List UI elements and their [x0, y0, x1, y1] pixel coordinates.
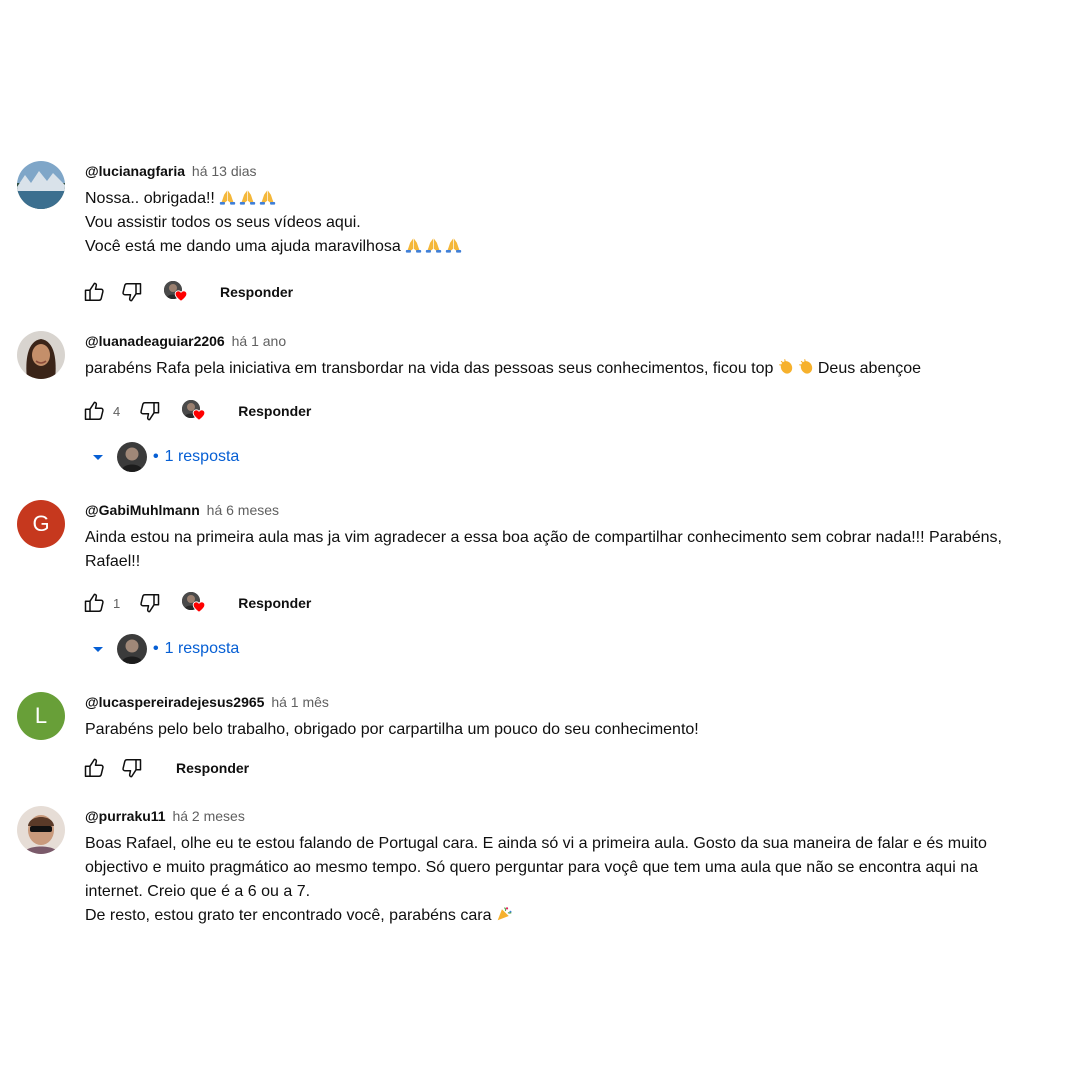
thumb-up-icon[interactable] — [82, 280, 106, 304]
folded-hands-emoji — [219, 188, 236, 205]
timestamp[interactable]: há 1 ano — [232, 333, 287, 349]
comment-line: Ainda estou na primeira aula mas ja vim … — [85, 529, 1002, 546]
thumb-down-icon[interactable] — [120, 756, 144, 780]
avatar-letter: L — [34, 703, 48, 728]
comment-header: @purraku11 há 2 meses — [85, 808, 245, 824]
comment-text: Nossa.. obrigada!! Vou assistir todos os… — [85, 187, 1060, 259]
heart-icon — [192, 600, 206, 614]
heart-icon — [174, 289, 188, 303]
comment-actions: Responder — [82, 754, 249, 782]
avatar[interactable] — [17, 806, 65, 854]
reply-button[interactable]: Responder — [220, 284, 293, 300]
heart-icon — [192, 408, 206, 422]
landscape-avatar-image — [17, 161, 65, 209]
like-count: 1 — [113, 595, 121, 611]
creator-heart-icon[interactable] — [164, 280, 190, 304]
user-photo-avatar — [17, 806, 65, 854]
timestamp[interactable]: há 13 dias — [192, 163, 257, 179]
comment-line: Nossa.. obrigada!! — [85, 190, 215, 207]
timestamp[interactable]: há 2 meses — [172, 808, 244, 824]
folded-hands-emoji — [405, 236, 422, 253]
timestamp[interactable]: há 6 meses — [207, 502, 279, 518]
comment-text: Ainda estou na primeira aula mas ja vim … — [85, 526, 1060, 574]
thumb-down-icon[interactable] — [120, 280, 144, 304]
avatar[interactable] — [17, 161, 65, 209]
comment-line: Deus abençoe — [817, 360, 922, 377]
author-name[interactable]: @GabiMuhlmann — [85, 502, 200, 518]
creator-heart-icon[interactable] — [182, 591, 208, 615]
reply-button[interactable]: Responder — [238, 595, 311, 611]
comment-header: @lucianagfaria há 13 dias — [85, 163, 257, 179]
folded-hands-emoji — [239, 188, 256, 205]
author-name[interactable]: @luanadeaguiar2206 — [85, 333, 225, 349]
thumb-down-icon[interactable] — [138, 399, 162, 423]
comment-actions: 4 Responder — [82, 397, 311, 425]
creator-avatar — [117, 634, 147, 664]
comment-line: Boas Rafael, olhe eu te estou falando de… — [85, 835, 987, 852]
replies-count-label: 1 resposta — [164, 640, 240, 657]
comment-line: Rafael!! — [85, 553, 141, 570]
like-count: 4 — [113, 403, 121, 419]
creator-avatar — [117, 442, 147, 472]
comment-line: objectivo e muito pragmático ao mesmo te… — [85, 859, 978, 876]
folded-hands-emoji — [445, 236, 462, 253]
comment-header: @GabiMuhlmann há 6 meses — [85, 502, 279, 518]
creator-heart-icon[interactable] — [182, 399, 208, 423]
comment-text: Boas Rafael, olhe eu te estou falando de… — [85, 832, 1060, 928]
comment-text: Parabéns pelo belo trabalho, obrigado po… — [85, 718, 1060, 742]
comment-line: internet. Creio que é a 6 ou a 7. — [85, 883, 311, 900]
view-replies-button[interactable]: • 1 resposta — [88, 441, 239, 473]
chevron-down-icon — [93, 647, 103, 652]
party-popper-emoji — [496, 905, 513, 922]
replies-count-label: 1 resposta — [164, 448, 240, 465]
thumb-up-icon[interactable] — [82, 399, 106, 423]
view-replies-button[interactable]: • 1 resposta — [88, 633, 239, 665]
clapping-hands-emoji — [798, 358, 815, 375]
comment-text: parabéns Rafa pela iniciativa em transbo… — [85, 357, 1060, 381]
thumb-up-icon[interactable] — [82, 756, 106, 780]
comment-line: Vou assistir todos os seus vídeos aqui. — [85, 214, 361, 231]
user-photo-avatar — [17, 331, 65, 379]
author-name[interactable]: @purraku11 — [85, 808, 166, 824]
folded-hands-emoji — [425, 236, 442, 253]
avatar[interactable]: L — [17, 692, 65, 740]
chevron-down-icon — [93, 455, 103, 460]
comment-actions: Responder — [82, 278, 293, 306]
avatar-letter: G — [32, 511, 50, 536]
folded-hands-emoji — [259, 188, 276, 205]
comment-line: parabéns Rafa pela iniciativa em transbo… — [85, 360, 774, 377]
comment-line: De resto, estou grato ter encontrado voc… — [85, 907, 492, 924]
comment-header: @luanadeaguiar2206 há 1 ano — [85, 333, 286, 349]
reply-button[interactable]: Responder — [176, 760, 249, 776]
avatar[interactable]: G — [17, 500, 65, 548]
author-name[interactable]: @lucaspereiradejesus2965 — [85, 694, 264, 710]
timestamp[interactable]: há 1 mês — [271, 694, 329, 710]
thumb-down-icon[interactable] — [138, 591, 162, 615]
comment-actions: 1 Responder — [82, 589, 311, 617]
comment-header: @lucaspereiradejesus2965 há 1 mês — [85, 694, 329, 710]
comment-line: Parabéns pelo belo trabalho, obrigado po… — [85, 721, 699, 738]
clapping-hands-emoji — [778, 358, 795, 375]
avatar[interactable] — [17, 331, 65, 379]
comment-line: Você está me dando uma ajuda maravilhosa — [85, 238, 401, 255]
reply-button[interactable]: Responder — [238, 403, 311, 419]
author-name[interactable]: @lucianagfaria — [85, 163, 185, 179]
thumb-up-icon[interactable] — [82, 591, 106, 615]
